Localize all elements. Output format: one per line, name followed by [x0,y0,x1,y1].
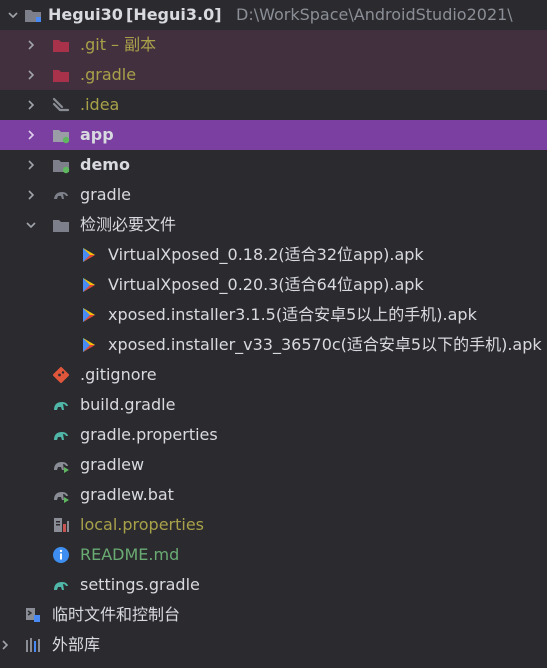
tree-item-gradlew-bat[interactable]: gradlew.bat [0,480,547,510]
idea-folder-icon [52,97,70,112]
tree-item-label: 临时文件和控制台 [52,605,181,624]
tree-item-label: settings.gradle [80,575,200,594]
tree-root-row[interactable]: Hegui30 [Hegui3.0] D:\WorkSpace\AndroidS… [0,0,547,30]
folder-icon [53,40,69,52]
scratches-icon [26,608,40,622]
tree-item-idea[interactable]: .idea [0,90,547,120]
tree-item-label: .git – 副本 [80,35,157,54]
tree-item-label: VirtualXposed_0.18.2(适合32位app).apk [108,245,424,264]
tree-item-label: 外部库 [52,635,101,654]
chevron-right-icon[interactable] [0,638,12,652]
tree-item-local-properties[interactable]: local.properties [0,510,547,540]
tree-item-label: build.gradle [80,395,176,414]
tree-item-label: gradle [80,185,131,204]
tree-item-label: demo [80,155,130,174]
tree-item-git-copy[interactable]: .git – 副本 [0,30,547,60]
chevron-right-icon[interactable] [24,98,38,112]
tree-item-apk[interactable]: VirtualXposed_0.20.3(适合64位app).apk [0,270,547,300]
chevron-right-icon[interactable] [24,68,38,82]
gradle-script-icon [54,492,69,503]
tree-item-label: xposed.installer_v33_36570c(适合安卓5以下的手机).… [108,335,542,354]
tree-item-label: .idea [80,95,120,114]
apk-icon [83,308,95,322]
tree-item-apk[interactable]: xposed.installer3.1.5(适合安卓5以上的手机).apk [0,300,547,330]
tree-item-settings-gradle[interactable]: settings.gradle [0,570,547,600]
tree-item-label: .gitignore [80,365,157,384]
folder-icon [25,10,41,22]
tree-item-label: .gradle [80,65,137,84]
project-path: D:\WorkSpace\AndroidStudio2021\ [236,5,513,24]
info-icon [53,547,69,563]
tree-item-label: xposed.installer3.1.5(适合安卓5以上的手机).apk [108,305,477,324]
chevron-right-icon[interactable] [24,158,38,172]
tree-item-label: gradlew.bat [80,485,174,504]
project-tree: Hegui30 [Hegui3.0] D:\WorkSpace\AndroidS… [0,0,547,668]
gradle-elephant-icon [54,402,68,410]
project-name: Hegui30 [48,5,123,24]
apk-icon [83,338,95,352]
chevron-down-icon[interactable] [24,218,38,232]
tree-item-gradlew[interactable]: gradlew [0,450,547,480]
tree-item-label: README.md [80,545,180,564]
tree-item-app[interactable]: app [0,120,547,150]
tree-item-gitignore[interactable]: .gitignore [0,360,547,390]
project-module: [Hegui3.0] [126,5,222,24]
gitignore-icon [52,366,70,384]
tree-item-label: gradle.properties [80,425,218,444]
gradle-elephant-icon [54,582,68,590]
libraries-icon [26,638,40,652]
chevron-right-icon[interactable] [24,128,38,142]
tree-item-required-files[interactable]: 检测必要文件 [0,210,547,240]
gradle-script-icon [54,462,69,473]
gradle-folder-icon [54,192,68,199]
tree-item-readme[interactable]: README.md [0,540,547,570]
tree-item-gradle-properties[interactable]: gradle.properties [0,420,547,450]
tree-item-label: 检测必要文件 [80,215,177,234]
chevron-right-icon[interactable] [24,188,38,202]
gradle-elephant-icon [54,432,68,440]
properties-icon [54,518,69,532]
tree-item-external-libraries[interactable]: 外部库 [0,630,547,660]
tree-item-build-gradle[interactable]: build.gradle [0,390,547,420]
apk-icon [83,278,95,292]
chevron-down-icon[interactable] [6,8,20,22]
tree-item-label: gradlew [80,455,145,474]
tree-item-apk[interactable]: xposed.installer_v33_36570c(适合安卓5以下的手机).… [0,330,547,360]
chevron-right-icon[interactable] [24,38,38,52]
tree-item-scratches[interactable]: 临时文件和控制台 [0,600,547,630]
folder-icon [53,70,69,82]
tree-item-label: local.properties [80,515,205,534]
folder-icon [53,220,69,232]
tree-item-apk[interactable]: VirtualXposed_0.18.2(适合32位app).apk [0,240,547,270]
module-folder-icon [53,160,70,174]
tree-item-label: VirtualXposed_0.20.3(适合64位app).apk [108,275,424,294]
module-folder-icon [53,130,70,144]
tree-item-demo[interactable]: demo [0,150,547,180]
tree-item-gradle-folder[interactable]: gradle [0,180,547,210]
tree-item-gradle-dir[interactable]: .gradle [0,60,547,90]
tree-item-label: app [80,125,114,144]
apk-icon [83,248,95,262]
